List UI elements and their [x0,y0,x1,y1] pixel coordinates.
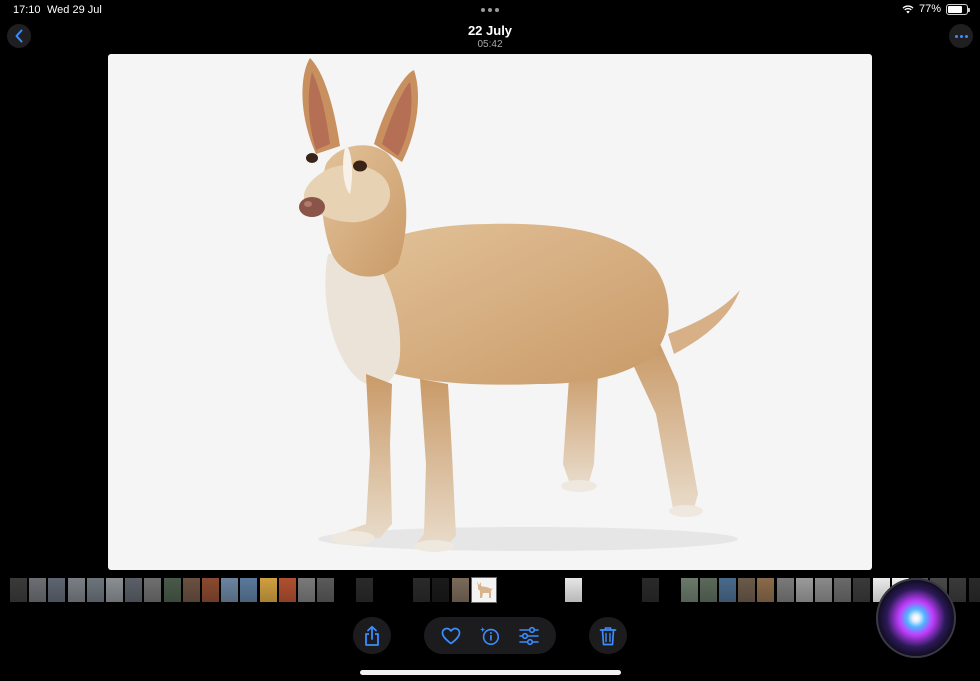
filmstrip-thumbnail[interactable] [413,578,431,602]
siri-orb[interactable] [876,578,956,658]
filmstrip-thumbnail[interactable] [67,578,85,602]
filmstrip-thumbnail[interactable] [202,578,219,602]
battery-percentage: 77% [918,3,941,15]
photo-date-title: 22 July [467,23,513,38]
filmstrip-thumbnail[interactable] [182,578,200,602]
filmstrip-thumbnail[interactable] [298,578,315,602]
info-sparkle-icon [479,626,500,645]
filmstrip-thumbnail[interactable] [29,578,47,602]
filmstrip-thumbnail[interactable] [336,578,353,602]
photo-viewer[interactable] [108,54,872,570]
filmstrip[interactable] [10,577,980,603]
filmstrip-thumbnail[interactable] [240,578,258,602]
filmstrip-thumbnail[interactable] [48,578,66,602]
filmstrip-thumbnail[interactable] [546,578,563,602]
dog-thumbnail [476,581,493,598]
filmstrip-thumbnail[interactable] [144,578,162,602]
delete-button[interactable] [589,617,627,654]
filmstrip-thumbnail[interactable] [394,578,411,602]
wifi-icon [902,5,914,13]
filmstrip-thumbnail[interactable] [355,578,373,602]
filmstrip-thumbnail[interactable] [968,578,980,602]
filmstrip-thumbnail[interactable] [86,578,104,602]
filmstrip-thumbnail[interactable] [585,578,602,602]
filmstrip-thumbnail[interactable] [451,578,469,602]
trash-icon [599,626,617,645]
filmstrip-thumbnail[interactable] [106,578,123,602]
more-button[interactable] [949,24,973,48]
filmstrip-thumbnail[interactable] [527,578,544,602]
filmstrip-thumbnail[interactable] [776,578,794,602]
sliders-icon [518,626,539,645]
status-date: Wed 29 Jul [47,4,102,16]
filmstrip-thumbnail[interactable] [834,578,852,602]
filmstrip-thumbnail[interactable] [757,578,775,602]
filmstrip-thumbnail[interactable] [642,578,660,602]
photo-actions-group [424,617,556,654]
favorite-button[interactable] [440,625,462,647]
ellipsis-icon [954,34,968,38]
status-time: 17:10 [13,4,41,16]
filmstrip-thumbnail[interactable] [432,578,450,602]
filmstrip-thumbnail[interactable] [815,578,832,602]
dog-photo [299,58,740,552]
filmstrip-thumbnail[interactable] [604,578,621,602]
filmstrip-thumbnail[interactable] [125,578,143,602]
filmstrip-thumbnail[interactable] [795,578,813,602]
filmstrip-thumbnail[interactable] [221,578,239,602]
battery-icon [946,3,970,15]
multitasking-dots-icon[interactable] [481,8,499,12]
filmstrip-thumbnail[interactable] [317,578,335,602]
photo-time-subtitle: 05:42 [477,39,503,50]
filmstrip-thumbnail[interactable] [661,578,678,602]
filmstrip-thumbnail[interactable] [375,578,392,602]
share-button[interactable] [353,617,391,654]
filmstrip-thumbnail[interactable] [278,578,296,602]
filmstrip-thumbnail[interactable] [699,578,717,602]
filmstrip-thumbnail[interactable] [163,578,181,602]
filmstrip-thumbnail[interactable] [10,578,27,602]
filmstrip-thumbnail-selected[interactable] [470,577,497,603]
home-indicator[interactable] [360,670,621,675]
filmstrip-thumbnail[interactable] [565,578,583,602]
filmstrip-thumbnail[interactable] [508,578,525,602]
heart-icon [441,627,461,644]
filmstrip-thumbnail[interactable] [680,578,698,602]
filmstrip-thumbnail[interactable] [853,578,871,602]
status-bar: 17:10 Wed 29 Jul 77% [0,0,980,20]
filmstrip-thumbnail[interactable] [949,578,967,602]
info-button[interactable] [479,625,501,647]
share-icon [365,625,379,646]
status-right: 77% [902,3,970,15]
filmstrip-thumbnail[interactable] [719,578,736,602]
filmstrip-thumbnail[interactable] [738,578,756,602]
filmstrip-thumbnail[interactable] [259,578,277,602]
filmstrip-thumbnail[interactable] [623,578,640,602]
edit-button[interactable] [518,625,540,647]
